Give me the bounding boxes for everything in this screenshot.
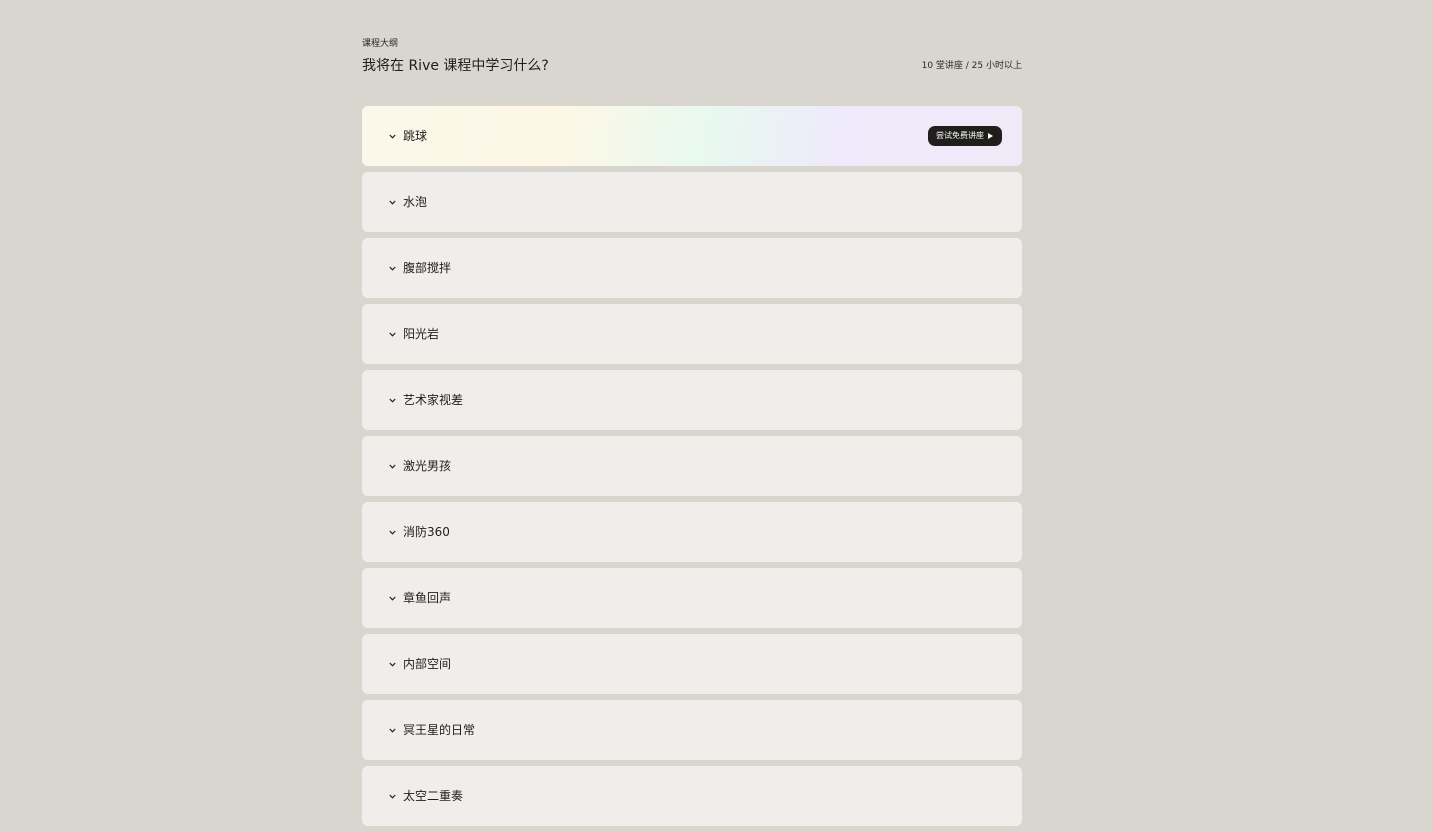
module-list: 跳球 尝试免费讲座 水泡 腹部搅拌 阳光岩 艺术家视差 激光男孩 消防360 章… [362, 106, 1022, 832]
module-item[interactable]: 太空二重奏 [362, 766, 1022, 826]
module-title: 水泡 [403, 195, 428, 209]
section-eyebrow: 课程大纲 [362, 39, 399, 49]
chevron-down-icon [388, 132, 396, 140]
module-title: 太空二重奏 [403, 789, 464, 803]
try-free-lecture-label: 尝试免费讲座 [936, 131, 984, 140]
module-item[interactable]: 消防360 [362, 502, 1022, 562]
module-title: 消防360 [403, 525, 450, 539]
chevron-down-icon [388, 198, 396, 206]
module-item[interactable]: 艺术家视差 [362, 370, 1022, 430]
module-title: 艺术家视差 [403, 393, 464, 407]
module-item[interactable]: 冥王星的日常 [362, 700, 1022, 760]
module-item[interactable]: 内部空间 [362, 634, 1022, 694]
module-title: 阳光岩 [403, 327, 440, 341]
module-item[interactable]: 激光男孩 [362, 436, 1022, 496]
chevron-down-icon [388, 792, 396, 800]
module-title: 跳球 [403, 129, 428, 143]
module-item[interactable]: 阳光岩 [362, 304, 1022, 364]
chevron-down-icon [388, 594, 396, 602]
section-heading: 我将在 Rive 课程中学习什么? [362, 58, 549, 74]
chevron-down-icon [388, 726, 396, 734]
course-summary: 10 堂讲座 / 25 小时以上 [921, 61, 1022, 71]
module-item[interactable]: 水泡 [362, 172, 1022, 232]
try-free-lecture-button[interactable]: 尝试免费讲座 [928, 126, 1002, 146]
chevron-down-icon [388, 462, 396, 470]
module-title: 激光男孩 [403, 459, 452, 473]
section-header: 我将在 Rive 课程中学习什么? 10 堂讲座 / 25 小时以上 [362, 56, 1022, 76]
chevron-down-icon [388, 330, 396, 338]
chevron-down-icon [388, 264, 396, 272]
curriculum-section: 课程大纲 我将在 Rive 课程中学习什么? 10 堂讲座 / 25 小时以上 … [362, 38, 1022, 826]
play-icon [988, 133, 993, 139]
module-title: 冥王星的日常 [403, 723, 476, 737]
module-item[interactable]: 腹部搅拌 [362, 238, 1022, 298]
chevron-down-icon [388, 528, 396, 536]
chevron-down-icon [388, 396, 396, 404]
module-title: 腹部搅拌 [403, 261, 452, 275]
chevron-down-icon [388, 660, 396, 668]
module-item[interactable]: 章鱼回声 [362, 568, 1022, 628]
module-title: 章鱼回声 [403, 591, 452, 605]
module-item[interactable]: 跳球 尝试免费讲座 [362, 106, 1022, 166]
module-title: 内部空间 [403, 657, 452, 671]
